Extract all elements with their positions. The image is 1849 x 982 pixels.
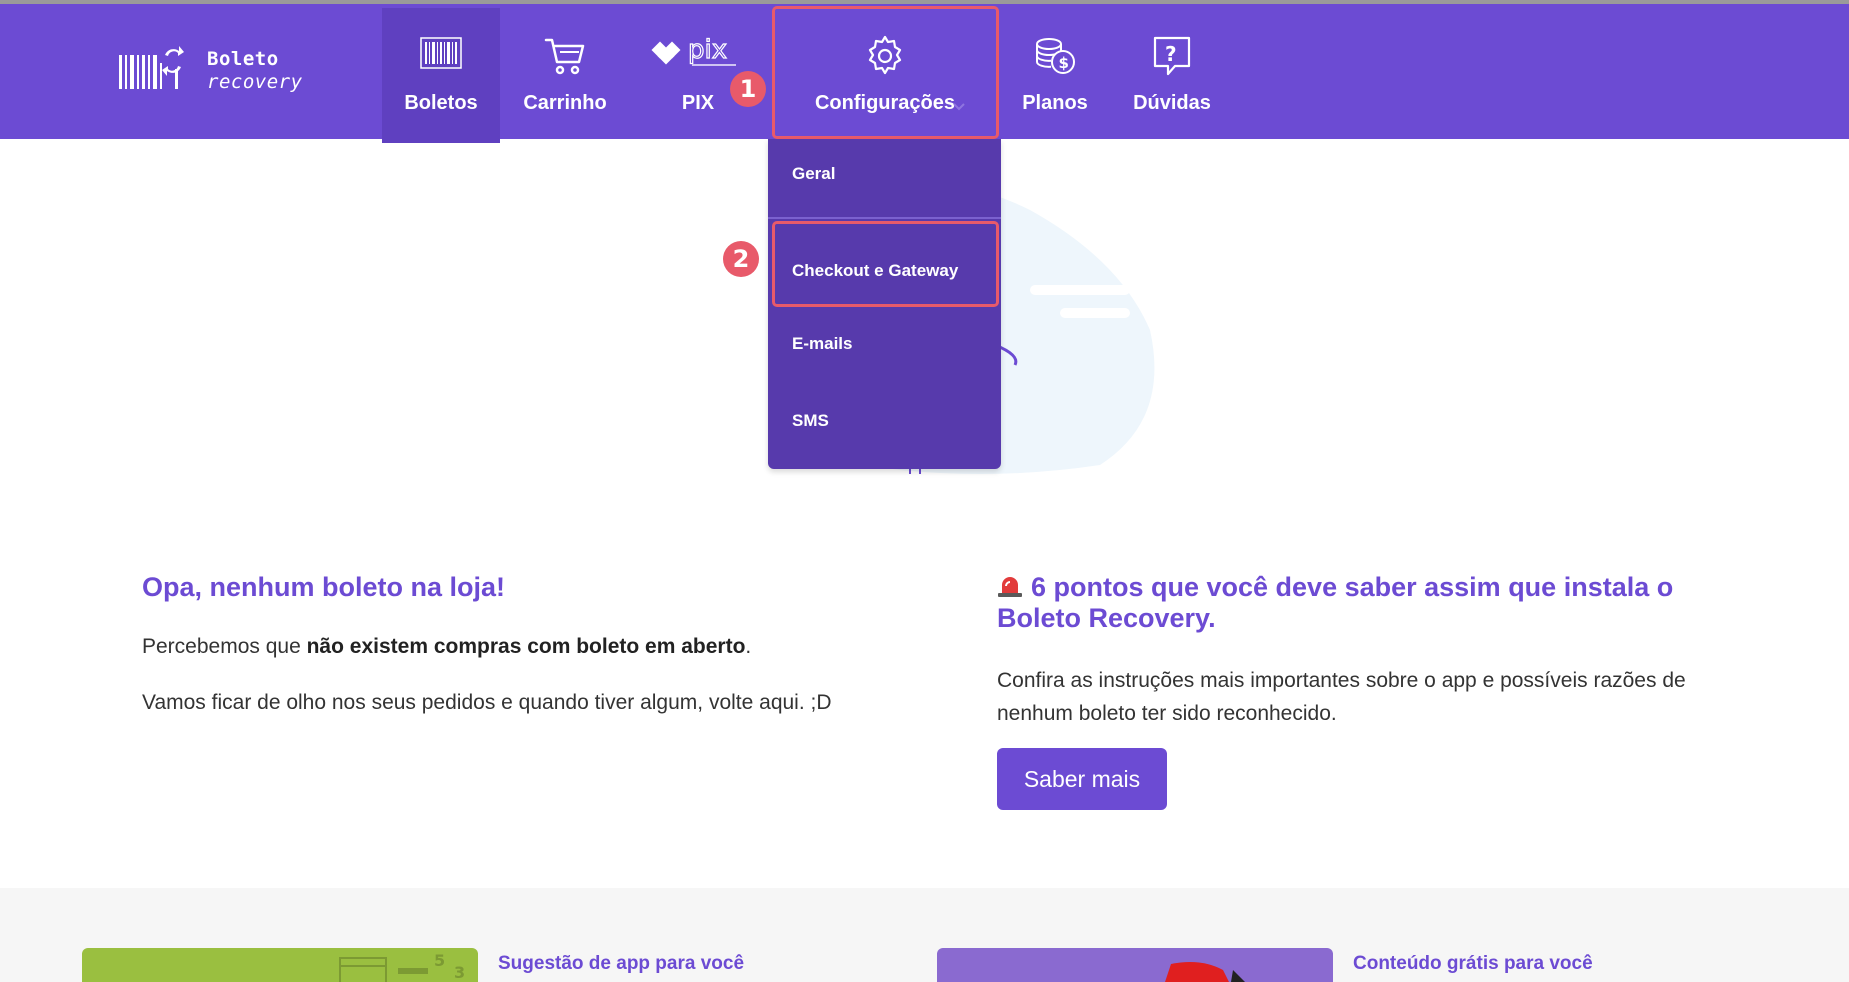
nav-item-configuracoes[interactable]: Configurações <box>772 8 998 143</box>
step-badge-1: 1 <box>730 71 766 107</box>
brand-logo[interactable]: Boleto recovery <box>117 43 317 103</box>
nav-label-duvidas: Dúvidas <box>1133 92 1211 114</box>
gear-icon <box>868 35 902 75</box>
configuracoes-dropdown-menu: Geral Checkout e Gateway E-mails SMS <box>768 139 1001 469</box>
barcode-logo-icon <box>119 46 184 89</box>
saber-mais-button[interactable]: Saber mais <box>997 748 1167 810</box>
empty-message-bold: não existem compras com boleto em aberto <box>306 635 746 658</box>
shopping-cart-icon <box>544 38 585 75</box>
dropdown-item-checkout-gateway[interactable]: Checkout e Gateway <box>768 236 1001 306</box>
step-badge-2: 2 <box>723 241 759 277</box>
calendar-illustration-icon: 5 3 <box>339 951 465 982</box>
tips-title-text: 6 pontos que você deve saber assim que i… <box>997 572 1674 633</box>
svg-text:?: ? <box>1165 42 1177 66</box>
dropdown-item-geral[interactable]: Geral <box>768 139 1001 209</box>
empty-message-suffix: . <box>745 635 752 658</box>
coins-icon: $ <box>1036 38 1075 74</box>
dropdown-item-sms[interactable]: SMS <box>768 386 1001 456</box>
empty-state-followup: Vamos ficar de olho nos seus pedidos e q… <box>142 691 832 714</box>
pix-logo-icon: pix <box>651 36 736 66</box>
empty-state-message: Percebemos que não existem compras com b… <box>142 635 751 659</box>
brand-name-line2: recovery <box>207 71 303 93</box>
nav-label-boletos: Boletos <box>404 92 478 114</box>
svg-text:5: 5 <box>434 951 445 970</box>
chevron-down-icon <box>953 103 965 111</box>
free-content-card[interactable] <box>937 948 1333 982</box>
brand-name-line1: Boleto <box>207 48 279 70</box>
youtube-play-icon <box>1165 962 1245 982</box>
svg-text:pix: pix <box>688 36 727 65</box>
barcode-icon <box>420 37 462 69</box>
empty-state-title: Opa, nenhum boleto na loja! <box>142 572 506 602</box>
nav-item-duvidas[interactable]: ? Dúvidas <box>1122 8 1222 143</box>
help-question-icon: ? <box>1153 36 1191 76</box>
nav-label-carrinho: Carrinho <box>523 92 607 114</box>
dropdown-divider <box>768 217 1001 219</box>
top-navigation-bar: Boleto recovery Boletos Carrinho pix PIX… <box>0 0 1849 143</box>
promo-label-free-content[interactable]: Conteúdo grátis para você <box>1353 953 1593 975</box>
promo-label-app-suggestion[interactable]: Sugestão de app para você <box>498 953 744 975</box>
svg-text:$: $ <box>1059 54 1069 72</box>
nav-label-planos: Planos <box>1022 92 1088 114</box>
siren-icon <box>998 577 1022 597</box>
nav-item-boletos[interactable]: Boletos <box>382 8 500 143</box>
tips-description: Confira as instruções mais importantes s… <box>997 669 1686 725</box>
tips-heading: 6 pontos que você deve saber assim que i… <box>997 572 1717 634</box>
svg-text:3: 3 <box>454 963 465 982</box>
nav-item-carrinho[interactable]: Carrinho <box>512 8 618 143</box>
dropdown-item-emails[interactable]: E-mails <box>768 309 1001 379</box>
nav-item-planos[interactable]: $ Planos <box>1012 8 1098 143</box>
app-suggestion-card[interactable]: 5 3 <box>82 948 478 982</box>
empty-message-prefix: Percebemos que <box>142 635 307 658</box>
